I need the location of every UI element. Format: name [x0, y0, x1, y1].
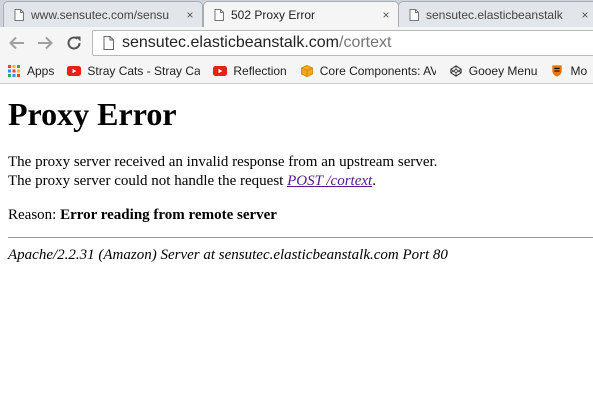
error-message: The proxy server received an invalid res…	[8, 153, 593, 191]
tab-elasticbeanstalk[interactable]: sensutec.elasticbeanstalk ×	[398, 1, 593, 27]
bookmark-reflection[interactable]: Reflection	[213, 64, 287, 78]
bookmark-core-components[interactable]: Core Components: AV	[300, 64, 436, 78]
reason-value: Error reading from remote server	[60, 207, 277, 223]
tab-proxy-error[interactable]: 502 Proxy Error ×	[203, 1, 399, 27]
princeton-shield-icon	[552, 65, 563, 77]
page-icon	[103, 36, 114, 50]
arrow-right-icon	[38, 36, 53, 50]
reload-icon	[67, 36, 81, 50]
bookmark-mo[interactable]: Mo	[550, 64, 587, 78]
document-icon	[409, 8, 419, 21]
bookmark-label: Mo	[570, 64, 588, 78]
url-text[interactable]: sensutec.elasticbeanstalk.com/cortext	[122, 34, 391, 52]
reason-label: Reason:	[8, 207, 61, 223]
bookmark-label: Core Components: AV	[319, 64, 436, 78]
back-button[interactable]	[6, 33, 28, 53]
error-line-2-prefix: The proxy server could not handle the re…	[8, 173, 288, 189]
tab-strip: www.sensutec.com/sensu × sensutec.elasti…	[0, 0, 593, 27]
server-signature: Apache/2.2.31 (Amazon) Server at sensute…	[8, 247, 448, 263]
bookmark-label: Apps	[27, 64, 55, 78]
bookmark-label: Stray Cats - Stray Cat	[87, 64, 201, 78]
bookmarks-bar: Apps Stray Cats - Stray Cat Reflection C…	[0, 59, 593, 84]
tab-sensutec-com[interactable]: www.sensutec.com/sensu ×	[3, 1, 203, 27]
tab-title: 502 Proxy Error	[231, 7, 316, 22]
document-icon	[214, 8, 224, 21]
error-line-1: The proxy server received an invalid res…	[8, 154, 438, 170]
bookmark-label: Gooey Menu	[468, 64, 538, 78]
bookmark-stray-cats[interactable]: Stray Cats - Stray Cat	[67, 64, 200, 78]
apps-grid-icon	[8, 65, 20, 77]
request-link[interactable]: POST /cortext	[287, 173, 372, 189]
youtube-icon	[213, 66, 228, 76]
tab-close-icon[interactable]: ×	[579, 8, 591, 22]
bookmark-label: Reflection	[233, 64, 287, 78]
tab-close-icon[interactable]: ×	[184, 8, 196, 22]
reason: Reason: Error reading from remote server	[8, 207, 593, 224]
reload-button[interactable]	[63, 33, 85, 53]
browser-toolbar: sensutec.elasticbeanstalk.com/cortext	[0, 27, 593, 59]
bookmark-apps[interactable]: Apps	[7, 64, 54, 78]
page-content: Proxy Error The proxy server received an…	[8, 84, 593, 264]
tab-title: sensutec.elasticbeanstalk	[426, 7, 563, 22]
tab-title: www.sensutec.com/sensu	[31, 7, 170, 22]
package-icon	[300, 65, 313, 77]
error-line-2-suffix: .	[372, 173, 376, 189]
codepen-icon	[450, 65, 462, 77]
url-path: /cortext	[339, 34, 392, 51]
address-bar[interactable]: sensutec.elasticbeanstalk.com/cortext	[92, 30, 593, 56]
arrow-left-icon	[9, 36, 24, 50]
url-host: sensutec.elasticbeanstalk.com	[122, 34, 339, 51]
page-title: Proxy Error	[8, 96, 177, 132]
divider	[8, 237, 593, 238]
bookmark-gooey-menu[interactable]: Gooey Menu	[449, 64, 538, 78]
tab-close-icon[interactable]: ×	[380, 8, 392, 22]
forward-button[interactable]	[34, 33, 56, 53]
document-icon	[14, 8, 24, 21]
youtube-icon	[67, 66, 82, 76]
